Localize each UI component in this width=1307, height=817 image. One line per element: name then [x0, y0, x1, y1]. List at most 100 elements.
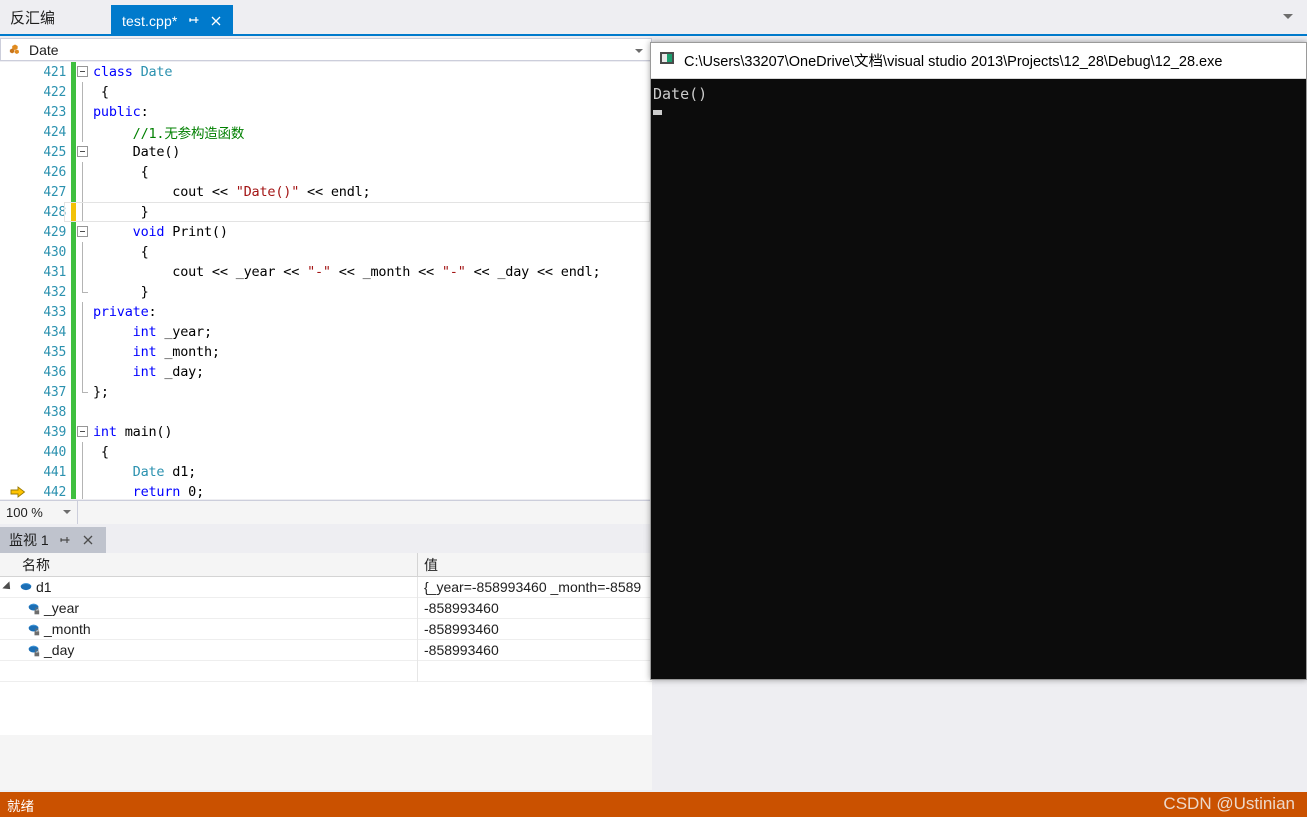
- watch-name-cell[interactable]: d1: [0, 576, 418, 598]
- code-editor[interactable]: 421 class Date 422 {423 public: 424 //1.无参构造…: [0, 62, 652, 499]
- fold-column[interactable]: [76, 122, 90, 142]
- console-output-area[interactable]: Date(): [651, 80, 1306, 679]
- code-line[interactable]: 436 int _day;: [0, 362, 652, 382]
- code-line[interactable]: 427 cout << "Date()" << endl;: [0, 182, 652, 202]
- line-marker-gutter[interactable]: [0, 482, 32, 499]
- watch-name-cell[interactable]: _month: [0, 618, 418, 640]
- line-marker-gutter[interactable]: [0, 62, 32, 82]
- fold-column[interactable]: [76, 462, 90, 482]
- watch-value-cell[interactable]: -858993460: [418, 640, 652, 661]
- expander-triangle-icon[interactable]: [0, 581, 16, 593]
- watch-row[interactable]: _day -858993460: [0, 639, 652, 661]
- close-icon[interactable]: [209, 14, 223, 28]
- watch-row-empty[interactable]: [0, 661, 652, 682]
- fold-column[interactable]: [76, 142, 90, 162]
- watch-row[interactable]: d1 {_year=-858993460 _month=-8589: [0, 576, 652, 598]
- tab-test-cpp[interactable]: test.cpp*: [111, 5, 234, 36]
- fold-column[interactable]: [76, 402, 90, 422]
- line-marker-gutter[interactable]: [0, 382, 32, 402]
- line-marker-gutter[interactable]: [0, 82, 32, 102]
- code-line[interactable]: 440 {: [0, 442, 652, 462]
- collapse-icon[interactable]: [77, 146, 88, 157]
- fold-column[interactable]: [76, 222, 90, 242]
- watch-name-cell[interactable]: _day: [0, 639, 418, 661]
- fold-column[interactable]: [76, 322, 90, 342]
- code-line[interactable]: 429 void Print(): [0, 222, 652, 242]
- code-line[interactable]: 424 //1.无参构造函数: [0, 122, 652, 142]
- column-header-name[interactable]: 名称: [0, 552, 418, 577]
- code-line[interactable]: 421 class Date: [0, 62, 652, 82]
- line-marker-gutter[interactable]: [0, 402, 32, 422]
- code-line[interactable]: 425 Date(): [0, 142, 652, 162]
- fold-column[interactable]: [76, 362, 90, 382]
- fold-column[interactable]: [76, 182, 90, 202]
- fold-column[interactable]: [76, 62, 90, 82]
- code-line[interactable]: 423 public:: [0, 102, 652, 122]
- line-marker-gutter[interactable]: [0, 222, 32, 242]
- fold-column[interactable]: [76, 282, 90, 302]
- code-line[interactable]: 439 int main(): [0, 422, 652, 442]
- chevron-down-icon[interactable]: [635, 49, 643, 53]
- editor-navigation-bar[interactable]: Date: [0, 38, 652, 61]
- fold-column[interactable]: [76, 162, 90, 182]
- line-marker-gutter[interactable]: [0, 162, 32, 182]
- code-line[interactable]: 442 return 0;: [0, 482, 652, 499]
- watch-name-cell-empty[interactable]: [0, 661, 418, 682]
- code-line[interactable]: 435 int _month;: [0, 342, 652, 362]
- tab-disassembly[interactable]: 反汇编: [0, 0, 70, 34]
- line-marker-gutter[interactable]: [0, 202, 32, 222]
- line-marker-gutter[interactable]: [0, 142, 32, 162]
- line-marker-gutter[interactable]: [0, 322, 32, 342]
- console-title-bar[interactable]: C:\Users\33207\OneDrive\文档\visual studio…: [651, 43, 1306, 79]
- code-line[interactable]: 422 {: [0, 82, 652, 102]
- chevron-down-icon[interactable]: [63, 510, 71, 514]
- fold-column[interactable]: [76, 422, 90, 442]
- watch-value-cell[interactable]: {_year=-858993460 _month=-8589: [418, 577, 652, 598]
- line-marker-gutter[interactable]: [0, 122, 32, 142]
- line-marker-gutter[interactable]: [0, 342, 32, 362]
- chevron-down-icon[interactable]: [1283, 14, 1293, 19]
- editor-horizontal-scrollbar[interactable]: [78, 500, 652, 524]
- fold-column[interactable]: [76, 102, 90, 122]
- code-line[interactable]: 432 }: [0, 282, 652, 302]
- line-marker-gutter[interactable]: [0, 262, 32, 282]
- line-marker-gutter[interactable]: [0, 302, 32, 322]
- watch-name-cell[interactable]: _year: [0, 597, 418, 619]
- watch-value-cell-empty[interactable]: [418, 661, 652, 682]
- line-marker-gutter[interactable]: [0, 282, 32, 302]
- code-line[interactable]: 437};: [0, 382, 652, 402]
- code-line[interactable]: 441 Date d1;: [0, 462, 652, 482]
- line-marker-gutter[interactable]: [0, 182, 32, 202]
- code-line[interactable]: 428 }: [0, 202, 652, 222]
- fold-column[interactable]: [76, 442, 90, 462]
- column-header-value[interactable]: 值: [418, 553, 652, 577]
- line-marker-gutter[interactable]: [0, 362, 32, 382]
- watch-row[interactable]: _year -858993460: [0, 597, 652, 619]
- collapse-icon[interactable]: [77, 226, 88, 237]
- collapse-icon[interactable]: [77, 66, 88, 77]
- console-window[interactable]: C:\Users\33207\OneDrive\文档\visual studio…: [650, 42, 1307, 680]
- tab-watch-1[interactable]: 监视 1: [0, 527, 106, 553]
- line-marker-gutter[interactable]: [0, 462, 32, 482]
- fold-column[interactable]: [76, 262, 90, 282]
- line-marker-gutter[interactable]: [0, 442, 32, 462]
- code-line[interactable]: 438: [0, 402, 652, 422]
- fold-column[interactable]: [76, 202, 90, 222]
- code-line[interactable]: 426 {: [0, 162, 652, 182]
- line-marker-gutter[interactable]: [0, 102, 32, 122]
- fold-column[interactable]: [76, 482, 90, 499]
- code-line[interactable]: 430 {: [0, 242, 652, 262]
- watch-value-cell[interactable]: -858993460: [418, 619, 652, 640]
- line-marker-gutter[interactable]: [0, 422, 32, 442]
- fold-column[interactable]: [76, 382, 90, 402]
- code-line[interactable]: 433 private:: [0, 302, 652, 322]
- watch-row[interactable]: _month -858993460: [0, 618, 652, 640]
- zoom-level-dropdown[interactable]: 100 %: [0, 500, 78, 524]
- fold-column[interactable]: [76, 342, 90, 362]
- code-line[interactable]: 431 cout << _year << "-" << _month << "-…: [0, 262, 652, 282]
- fold-column[interactable]: [76, 302, 90, 322]
- collapse-icon[interactable]: [77, 426, 88, 437]
- fold-column[interactable]: [76, 242, 90, 262]
- fold-column[interactable]: [76, 82, 90, 102]
- pin-icon[interactable]: [186, 14, 200, 28]
